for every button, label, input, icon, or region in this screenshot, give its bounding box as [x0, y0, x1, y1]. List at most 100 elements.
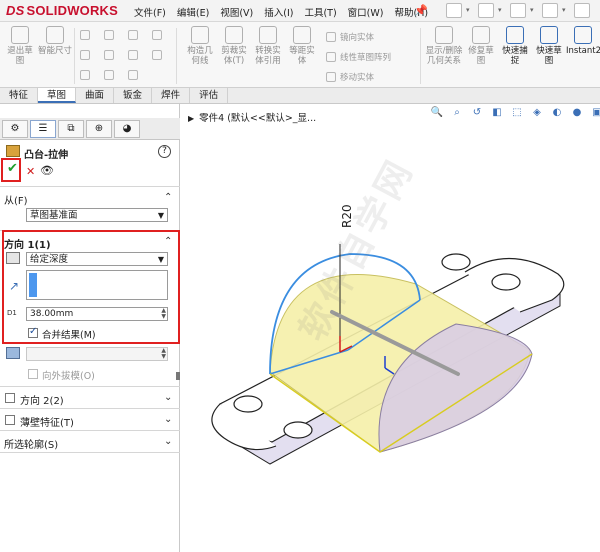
tab-sheet-metal[interactable]: 钣金: [114, 88, 153, 103]
merge-result-label: 合并结果(M): [42, 330, 96, 341]
draft-outward-checkbox[interactable]: [28, 369, 38, 379]
display-manager-tab-icon[interactable]: ◕: [114, 120, 140, 138]
chevron-up-icon[interactable]: ⌃: [164, 236, 172, 247]
polygon-icon[interactable]: [104, 70, 114, 80]
rectangle-icon[interactable]: [104, 30, 114, 40]
selected-contours-section-label: 所选轮廓(S): [4, 440, 59, 451]
help-icon[interactable]: ?: [158, 145, 171, 158]
menu-insert[interactable]: 插入(I): [264, 5, 293, 19]
direction-selection-field[interactable]: [26, 270, 168, 300]
depth-icon: D1: [7, 309, 17, 317]
preview-eye-icon[interactable]: 👁: [40, 164, 54, 177]
tab-weldments[interactable]: 焊件: [152, 88, 191, 103]
merge-result-checkbox[interactable]: [28, 326, 38, 338]
chevron-down-icon[interactable]: ▾: [530, 3, 538, 18]
direction2-section-label: 方向 2(2): [20, 396, 64, 407]
construction-geometry-icon: [191, 26, 209, 44]
smart-dimension-button[interactable]: 智能尺寸: [38, 26, 72, 56]
point-icon[interactable]: [128, 50, 138, 60]
spline-icon[interactable]: [128, 30, 138, 40]
tab-sketch[interactable]: 草图: [38, 88, 77, 103]
chevron-down-icon[interactable]: ▾: [498, 3, 506, 18]
circle-icon[interactable]: [80, 50, 90, 60]
linear-pattern-button[interactable]: 线性草图阵列: [340, 51, 391, 63]
arc-icon[interactable]: [80, 70, 90, 80]
repair-sketch-button[interactable]: 修复草图: [466, 26, 496, 66]
trim-entities-button[interactable]: 剪裁实体(T): [218, 26, 250, 66]
hole-right-front: [491, 273, 521, 291]
exit-sketch-button[interactable]: 退出草图: [4, 26, 36, 66]
section-divider: [0, 452, 180, 453]
quick-snaps-icon: [506, 26, 524, 44]
command-manager-ribbon: 退出草图 智能尺寸 构造几何线 剪裁实体(T) 转换实体引用 等距实体 镜向实体…: [0, 22, 600, 88]
from-select[interactable]: 草图基准面 ▼: [26, 208, 168, 222]
hole-left-back: [283, 421, 313, 439]
print-icon[interactable]: [542, 3, 558, 18]
chevron-down-icon[interactable]: ⌄: [164, 414, 172, 425]
save-icon[interactable]: [510, 3, 526, 18]
text-icon[interactable]: [128, 70, 138, 80]
section-divider: [0, 386, 180, 387]
chevron-down-icon[interactable]: ▾: [562, 3, 570, 18]
ok-button[interactable]: ✔: [7, 161, 18, 176]
configuration-manager-tab-icon[interactable]: ⧉: [58, 120, 84, 138]
tab-surfaces[interactable]: 曲面: [76, 88, 115, 103]
menu-window[interactable]: 窗口(W): [348, 5, 384, 19]
tab-evaluate[interactable]: 评估: [190, 88, 229, 103]
selection-focus-bar: [29, 273, 37, 297]
undo-icon[interactable]: [574, 3, 590, 18]
line-icon[interactable]: [80, 30, 90, 40]
draft-outward-label: 向外拔模(O): [42, 371, 95, 382]
chevron-down-icon: ▼: [157, 211, 164, 220]
depth-input[interactable]: 38.00mm ▲ ▼: [26, 307, 168, 321]
dimxpert-tab-icon[interactable]: ⊕: [86, 120, 112, 138]
chevron-down-icon[interactable]: ⌄: [164, 436, 172, 447]
draft-angle-input[interactable]: ▲ ▼: [26, 347, 168, 361]
rapid-sketch-button[interactable]: 快速草图: [534, 26, 564, 66]
fillet-icon[interactable]: [152, 30, 162, 40]
new-document-icon[interactable]: [446, 3, 462, 18]
direction1-section-label: 方向 1(1): [4, 240, 51, 251]
instant2d-button[interactable]: Instant2D: [566, 26, 600, 56]
feature-manager-tab-icon[interactable]: ⚙: [2, 120, 28, 138]
graphics-area[interactable]: ▶ 零件4 (默认<<默认>_显... 🔍 ⌕ ↺ ◧ ⬚ ◈ ◐ ● ▣ R2…: [180, 104, 600, 552]
direction2-checkbox[interactable]: [5, 393, 15, 403]
convert-entities-button[interactable]: 转换实体引用: [252, 26, 284, 66]
display-delete-relations-button[interactable]: 显示/删除几何关系: [424, 26, 464, 66]
solidworks-logo[interactable]: DS SOLIDWORKS: [6, 3, 118, 18]
open-folder-icon[interactable]: [478, 3, 494, 18]
slot-icon[interactable]: [104, 50, 114, 60]
quick-snaps-button[interactable]: 快速捕捉: [500, 26, 530, 66]
menu-file[interactable]: 文件(F): [134, 5, 166, 19]
plane-icon[interactable]: [152, 50, 162, 60]
move-entities-button[interactable]: 移动实体: [340, 71, 374, 83]
mirror-icon: [326, 32, 336, 42]
thin-feature-section-label: 薄壁特征(T): [20, 418, 74, 429]
move-icon: [326, 72, 336, 82]
spin-arrows-icon[interactable]: ▲ ▼: [161, 348, 166, 360]
chevron-down-icon[interactable]: ⌄: [164, 392, 172, 403]
smart-dimension-icon: [46, 26, 64, 44]
construction-geometry-button[interactable]: 构造几何线: [184, 26, 216, 66]
end-condition-select[interactable]: 给定深度 ▼: [26, 252, 168, 266]
feature-title: 凸台-拉伸: [24, 150, 69, 161]
reverse-direction-icon[interactable]: ↗: [9, 279, 19, 293]
thin-feature-checkbox[interactable]: [5, 415, 15, 425]
mirror-entities-button[interactable]: 镜向实体: [340, 31, 374, 43]
convert-icon: [259, 26, 277, 44]
tab-features[interactable]: 特征: [0, 88, 39, 103]
chevron-down-icon[interactable]: ▾: [466, 3, 474, 18]
menu-tools[interactable]: 工具(T): [304, 5, 336, 19]
cancel-button[interactable]: ✕: [26, 165, 35, 178]
menu-edit[interactable]: 编辑(E): [177, 5, 209, 19]
pin-icon[interactable]: 📌: [414, 4, 428, 17]
instant2d-icon: [574, 26, 592, 44]
spin-arrows-icon[interactable]: ▲ ▼: [161, 308, 166, 320]
chevron-up-icon[interactable]: ⌃: [164, 192, 172, 203]
hole-left-front: [233, 395, 263, 413]
offset-entities-button[interactable]: 等距实体: [286, 26, 318, 66]
offset-icon: [293, 26, 311, 44]
property-manager: ⚙ ☰ ⧉ ⊕ ◕ 凸台-拉伸 ? ✔ ✕ 👁 从(F) ⌃ 草图基准面 ▼ 方向…: [0, 104, 180, 552]
menu-view[interactable]: 视图(V): [220, 5, 253, 19]
property-manager-tab-icon[interactable]: ☰: [30, 120, 56, 138]
